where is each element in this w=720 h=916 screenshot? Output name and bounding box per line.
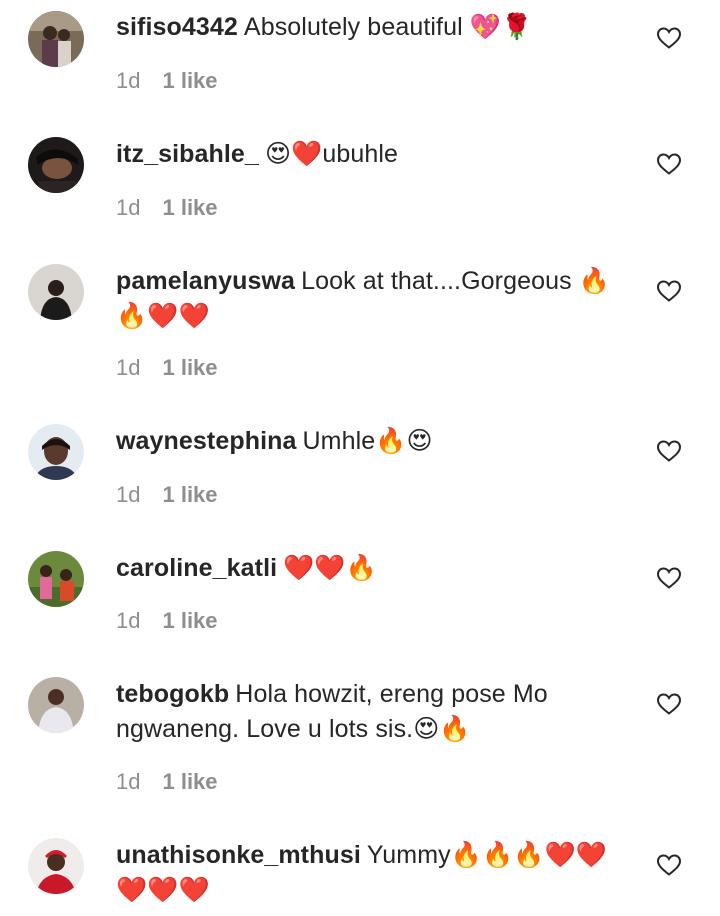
comment-text-block: sifiso4342 Absolutely beautiful 💖🌹 bbox=[116, 10, 636, 45]
avatar-photo-icon bbox=[28, 424, 84, 480]
avatar-photo-icon bbox=[28, 838, 84, 894]
comment-username[interactable]: sifiso4342 bbox=[116, 13, 238, 41]
comment-username[interactable]: itz_sibahle_ bbox=[116, 140, 259, 168]
comment-text-block: pamelanyuswa Look at that....Gorgeous 🔥🔥❤… bbox=[116, 264, 636, 334]
comment-likes[interactable]: 1 like bbox=[162, 355, 217, 380]
avatar-photo-icon bbox=[28, 264, 84, 320]
avatar-photo-icon bbox=[28, 677, 84, 733]
comment-time: 1d bbox=[116, 482, 141, 507]
comment-likes[interactable]: 1 like bbox=[162, 608, 217, 633]
comment-likes[interactable]: 1 like bbox=[162, 482, 217, 507]
like-heart-icon[interactable] bbox=[656, 439, 682, 463]
comment-meta: 1d 1 like bbox=[116, 482, 218, 508]
comment-meta: 1d 1 like bbox=[116, 355, 218, 381]
avatar[interactable] bbox=[28, 551, 84, 607]
comment-text-block: waynestephina Umhle🔥😍 bbox=[116, 424, 636, 459]
comment-text-block: unathisonke_mthusi Yummy🔥🔥🔥❤️❤️❤️❤️❤️ bbox=[116, 838, 636, 908]
comment-time: 1d bbox=[116, 68, 141, 93]
avatar[interactable] bbox=[28, 424, 84, 480]
comment-text-block: tebogokb Hola howzit, ereng pose Mo ngwan… bbox=[116, 677, 636, 747]
comment-body: Umhle🔥😍 bbox=[302, 427, 433, 455]
like-heart-icon[interactable] bbox=[656, 566, 682, 590]
avatar-photo-icon bbox=[28, 137, 84, 193]
like-heart-icon[interactable] bbox=[656, 152, 682, 176]
comment-time: 1d bbox=[116, 608, 141, 633]
avatar[interactable] bbox=[28, 137, 84, 193]
avatar[interactable] bbox=[28, 11, 84, 67]
comment-username[interactable]: unathisonke_mthusi bbox=[116, 841, 361, 869]
like-heart-icon[interactable] bbox=[656, 692, 682, 716]
like-heart-icon[interactable] bbox=[656, 853, 682, 877]
like-heart-icon[interactable] bbox=[656, 26, 682, 50]
comment-time: 1d bbox=[116, 195, 141, 220]
comment-username[interactable]: pamelanyuswa bbox=[116, 267, 295, 295]
comment-likes[interactable]: 1 like bbox=[162, 195, 217, 220]
comment-time: 1d bbox=[116, 355, 141, 380]
comment-text-block: caroline_katli ❤️❤️🔥 bbox=[116, 551, 636, 586]
comment-meta: 1d 1 like bbox=[116, 195, 218, 221]
comment-username[interactable]: tebogokb bbox=[116, 680, 229, 708]
comment-time: 1d bbox=[116, 769, 141, 794]
comment-meta: 1d 1 like bbox=[116, 608, 218, 634]
comment-likes[interactable]: 1 like bbox=[162, 68, 217, 93]
comment-body: Absolutely beautiful 💖🌹 bbox=[243, 13, 533, 41]
comment-meta: 1d 1 like bbox=[116, 769, 218, 795]
comment-username[interactable]: waynestephina bbox=[116, 427, 297, 455]
comment-likes[interactable]: 1 like bbox=[162, 769, 217, 794]
avatar[interactable] bbox=[28, 838, 84, 894]
comment-body: 😍❤️ubuhle bbox=[264, 140, 399, 168]
comment-text-block: itz_sibahle_ 😍❤️ubuhle bbox=[116, 137, 636, 172]
avatar[interactable] bbox=[28, 677, 84, 733]
avatar-photo-icon bbox=[28, 551, 84, 607]
comment-username[interactable]: caroline_katli bbox=[116, 554, 277, 582]
avatar-photo-icon bbox=[28, 11, 84, 67]
like-heart-icon[interactable] bbox=[656, 279, 682, 303]
comment-body: ❤️❤️🔥 bbox=[283, 554, 377, 582]
comment-meta: 1d 1 like bbox=[116, 68, 218, 94]
avatar[interactable] bbox=[28, 264, 84, 320]
